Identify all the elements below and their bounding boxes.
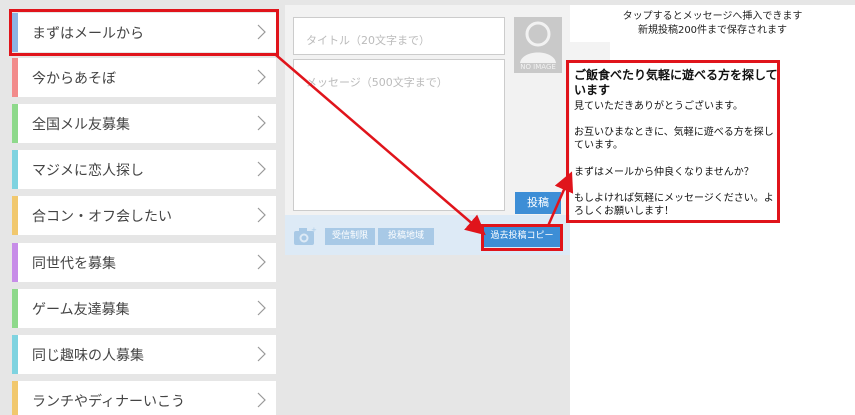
category-label: 同じ趣味の人募集 <box>32 347 144 364</box>
category-color-bar <box>12 381 18 415</box>
post-button[interactable]: 投稿 <box>515 192 561 214</box>
category-label: 今からあそぼ <box>32 70 116 87</box>
category-list: まずはメールから 今からあそぼ 全国メル友募集 マジメに恋人探し 合コン・オフ会… <box>0 0 285 415</box>
highlight-box-copy-button <box>481 224 563 251</box>
category-color-bar <box>12 243 18 282</box>
category-label: ゲーム友達募集 <box>32 301 130 318</box>
category-color-bar <box>12 58 18 97</box>
chevron-right-icon <box>257 115 266 131</box>
category-item-same-hobby[interactable]: 同じ趣味の人募集 <box>12 335 276 374</box>
category-item-party[interactable]: 合コン・オフ会したい <box>12 196 276 235</box>
card-tab <box>570 42 610 60</box>
svg-text:+: + <box>311 226 317 234</box>
image-upload[interactable]: NO IMAGE <box>514 17 562 73</box>
category-color-bar <box>12 335 18 374</box>
post-form-panel: タイトル（20文字まで） メッセージ（500文字まで） NO IMAGE 投稿 … <box>285 0 570 415</box>
category-item-serious-partner[interactable]: マジメに恋人探し <box>12 150 276 189</box>
chevron-right-icon <box>257 69 266 85</box>
camera-icon[interactable]: + <box>293 226 317 246</box>
category-label: 合コン・オフ会したい <box>32 208 172 225</box>
highlight-box-category <box>9 9 279 56</box>
chevron-right-icon <box>257 161 266 177</box>
highlight-box-message <box>566 60 780 223</box>
category-item-penpal[interactable]: 全国メル友募集 <box>12 104 276 143</box>
title-input[interactable]: タイトル（20文字まで） <box>293 17 505 55</box>
category-item-play-now[interactable]: 今からあそぼ <box>12 58 276 97</box>
panel-header: タップするとメッセージへ挿入できます 新規投稿200件まで保存されます <box>570 5 855 42</box>
category-label: 全国メル友募集 <box>32 116 130 133</box>
category-label: 同世代を募集 <box>32 255 116 272</box>
category-label: ランチやディナーいこう <box>32 393 186 410</box>
category-item-game-friends[interactable]: ゲーム友達募集 <box>12 289 276 328</box>
avatar-icon <box>520 21 556 63</box>
category-color-bar <box>12 104 18 143</box>
chevron-right-icon <box>257 254 266 270</box>
panel-header-line2: 新規投稿200件まで保存されます <box>637 25 788 36</box>
message-input[interactable]: メッセージ（500文字まで） <box>293 59 505 211</box>
post-region-button[interactable]: 投稿地域 <box>378 228 434 245</box>
chevron-right-icon <box>257 300 266 316</box>
category-item-lunch-dinner[interactable]: ランチやディナーいこう <box>12 381 276 415</box>
post-form: タイトル（20文字まで） メッセージ（500文字まで） NO IMAGE 投稿 <box>285 5 570 215</box>
chevron-right-icon <box>257 346 266 362</box>
category-color-bar <box>12 289 18 328</box>
chevron-right-icon <box>257 207 266 223</box>
receive-limit-button[interactable]: 受信制限 <box>325 228 375 245</box>
category-color-bar <box>12 196 18 235</box>
category-item-same-generation[interactable]: 同世代を募集 <box>12 243 276 282</box>
no-image-label: NO IMAGE <box>520 63 556 71</box>
chevron-right-icon <box>257 392 266 408</box>
category-color-bar <box>12 150 18 189</box>
category-label: マジメに恋人探し <box>32 162 144 179</box>
panel-header-line1: タップするとメッセージへ挿入できます <box>622 11 803 22</box>
